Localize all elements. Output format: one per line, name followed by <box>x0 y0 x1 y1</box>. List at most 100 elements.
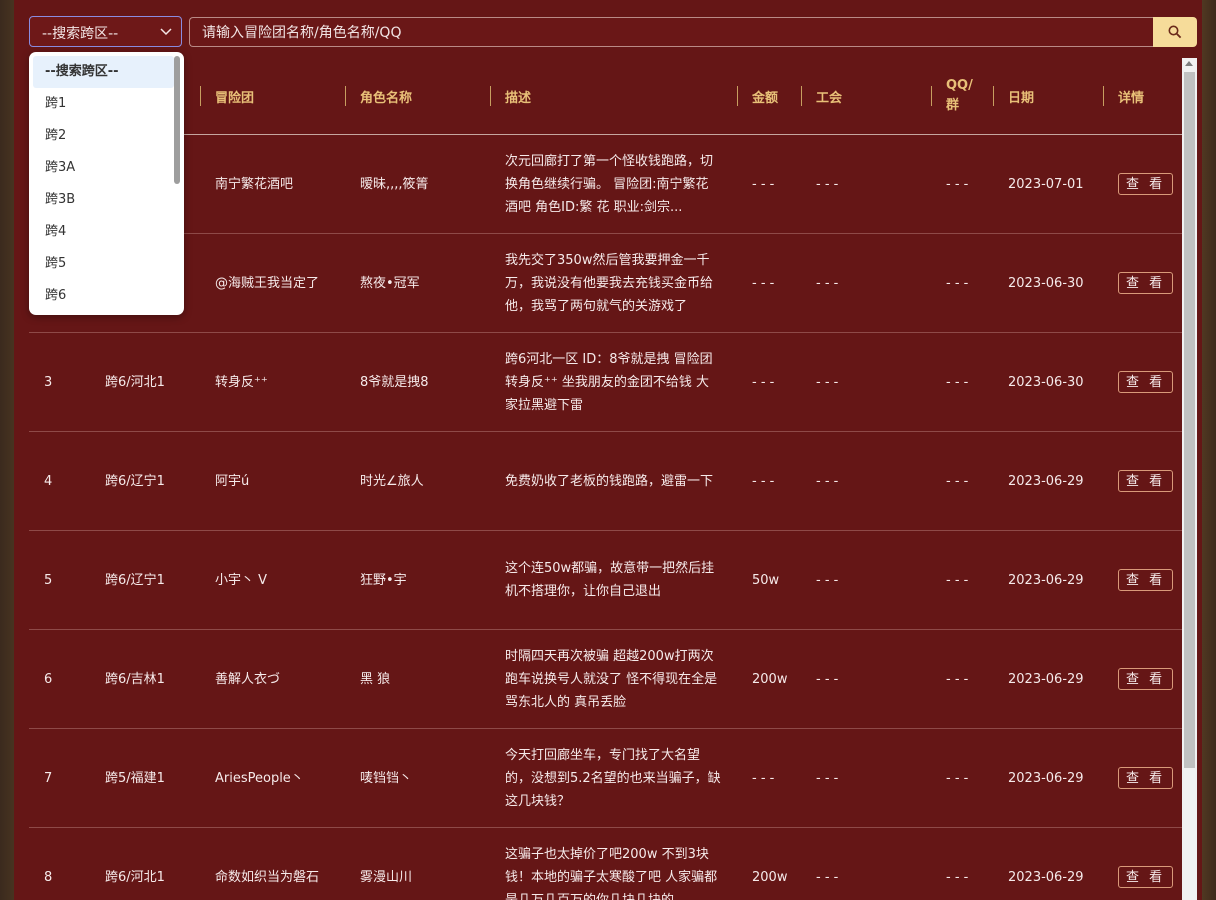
cell-qq: - - - <box>931 728 993 828</box>
cell-role: 暧昧,,,,筱箐 <box>345 134 490 234</box>
table-row: 4 跨6/辽宁1 阿宇ú 时光∠旅人 免费奶收了老板的钱跑路，避雷一下 - - … <box>29 431 1182 531</box>
cell-region: 跨5/福建1 <box>90 728 200 828</box>
cell-role: 黑 狼 <box>345 629 490 729</box>
table-header-row: 序号 跨区 冒险团 角色名称 描述 金额 工会 QQ/群 日期 详情 <box>29 58 1182 135</box>
view-button[interactable]: 查 看 <box>1118 766 1174 789</box>
search-placeholder: 请输入冒险团名称/角色名称/QQ <box>202 25 402 41</box>
dropdown-scrollbar-thumb[interactable] <box>174 56 180 184</box>
cell-amount: - - - <box>737 134 801 234</box>
view-button[interactable]: 查 看 <box>1118 667 1174 690</box>
cell-detail: 查 看 <box>1103 530 1182 630</box>
header-guild: 工会 <box>801 58 931 135</box>
search-button[interactable] <box>1153 17 1197 47</box>
header-role: 角色名称 <box>345 58 490 135</box>
cell-date: 2023-06-29 <box>993 728 1103 828</box>
dropdown-option[interactable]: 跨1 <box>29 88 184 120</box>
cell-no: 7 <box>29 728 90 828</box>
cell-region: 跨6/辽宁1 <box>90 530 200 630</box>
cell-region: 跨6/河北1 <box>90 332 200 432</box>
cell-qq: - - - <box>931 233 993 333</box>
cell-qq: - - - <box>931 332 993 432</box>
cell-desc: 今天打回廊坐车，专门找了大名望的，没想到5.2名望的也来当骗子，缺这几块钱？ <box>490 728 737 828</box>
table-row: 6 跨6/吉林1 善解人衣づ 黑 狼 时隔四天再次被骗 超越200w打两次跑车说… <box>29 629 1182 729</box>
search-input[interactable]: 请输入冒险团名称/角色名称/QQ <box>189 17 1153 47</box>
cell-guild: - - - <box>801 134 931 234</box>
cell-no: 3 <box>29 332 90 432</box>
cell-guild: - - - <box>801 629 931 729</box>
cell-no: 4 <box>29 431 90 531</box>
cell-detail: 查 看 <box>1103 233 1182 333</box>
table-scrollbar[interactable] <box>1182 58 1197 900</box>
scrollbar-thumb[interactable] <box>1184 72 1195 768</box>
cell-role: 时光∠旅人 <box>345 431 490 531</box>
view-button[interactable]: 查 看 <box>1118 370 1174 393</box>
cell-detail: 查 看 <box>1103 728 1182 828</box>
cell-desc: 时隔四天再次被骗 超越200w打两次跑车说换号人就没了 怪不得现在全是骂东北人的… <box>490 629 737 729</box>
view-button[interactable]: 查 看 <box>1118 568 1174 591</box>
view-button[interactable]: 查 看 <box>1118 469 1174 492</box>
table-row: 2 @海贼王我当定了 熬夜•冠军 我先交了350w然后管我要押金一千万，我说没有… <box>29 233 1182 333</box>
cell-desc: 这个连50w都骗，故意带一把然后挂机不搭理你，让你自己退出 <box>490 530 737 630</box>
cell-guild: - - - <box>801 332 931 432</box>
header-detail: 详情 <box>1103 58 1182 135</box>
cell-team: 南宁繁花酒吧 <box>200 134 345 234</box>
cell-desc: 次元回廊打了第一个怪收钱跑路，切换角色继续行骗。 冒险团:南宁繁花酒吧 角色ID… <box>490 134 737 234</box>
cell-team: AriesPeople丶 <box>200 728 345 828</box>
cell-region: 跨6/吉林1 <box>90 629 200 729</box>
cell-date: 2023-07-01 <box>993 134 1103 234</box>
cell-amount: - - - <box>737 728 801 828</box>
cell-qq: - - - <box>931 431 993 531</box>
cell-guild: - - - <box>801 530 931 630</box>
cell-team: 阿宇ú <box>200 431 345 531</box>
dropdown-option[interactable]: --搜索跨区-- <box>33 56 174 88</box>
cell-amount: 50w <box>737 530 801 630</box>
cell-region: 跨6/河北1 <box>90 827 200 900</box>
cell-amount: 200w <box>737 629 801 729</box>
region-select[interactable]: --搜索跨区-- <box>29 16 182 47</box>
region-select-value: --搜索跨区-- <box>42 26 119 42</box>
cell-date: 2023-06-30 <box>993 233 1103 333</box>
cell-role: 雾漫山川 <box>345 827 490 900</box>
cell-role: 狂野•宇 <box>345 530 490 630</box>
cell-desc: 我先交了350w然后管我要押金一千万，我说没有他要我去充钱买金币给他，我骂了两句… <box>490 233 737 333</box>
cell-region: 跨6/辽宁1 <box>90 431 200 531</box>
dropdown-option[interactable]: 跨4 <box>29 216 184 248</box>
cell-desc: 这骗子也太掉价了吧200w 不到3块钱！本地的骗子太寒酸了吧 人家骗都是几万几百… <box>490 827 737 900</box>
view-button[interactable]: 查 看 <box>1118 865 1174 888</box>
dropdown-option[interactable]: 跨6 <box>29 280 184 312</box>
scroll-up-arrow-icon[interactable] <box>1185 61 1193 66</box>
cell-detail: 查 看 <box>1103 134 1182 234</box>
cell-date: 2023-06-30 <box>993 332 1103 432</box>
dropdown-option[interactable]: 跨5 <box>29 248 184 280</box>
view-button[interactable]: 查 看 <box>1118 271 1174 294</box>
chevron-down-icon <box>160 25 172 41</box>
cell-no: 5 <box>29 530 90 630</box>
cell-team: 转身反⁺⁺ <box>200 332 345 432</box>
cell-qq: - - - <box>931 629 993 729</box>
cell-desc: 跨6河北一区 ID：8爷就是拽 冒险团转身反⁺⁺ 坐我朋友的金团不给钱 大家拉黑… <box>490 332 737 432</box>
cell-detail: 查 看 <box>1103 431 1182 531</box>
dropdown-option[interactable]: 跨2 <box>29 120 184 152</box>
cell-detail: 查 看 <box>1103 629 1182 729</box>
view-button[interactable]: 查 看 <box>1118 172 1174 195</box>
table-row: 7 跨5/福建1 AriesPeople丶 唛铛铛丶 今天打回廊坐车，专门找了大… <box>29 728 1182 828</box>
dropdown-option[interactable]: 跨3A <box>29 152 184 184</box>
cell-amount: - - - <box>737 431 801 531</box>
cell-no: 6 <box>29 629 90 729</box>
cell-no: 8 <box>29 827 90 900</box>
header-desc: 描述 <box>490 58 737 135</box>
cell-amount: - - - <box>737 332 801 432</box>
dropdown-option[interactable]: 跨3B <box>29 184 184 216</box>
cell-date: 2023-06-29 <box>993 629 1103 729</box>
cell-qq: - - - <box>931 827 993 900</box>
cell-date: 2023-06-29 <box>993 530 1103 630</box>
cell-guild: - - - <box>801 728 931 828</box>
cell-date: 2023-06-29 <box>993 431 1103 531</box>
cell-detail: 查 看 <box>1103 332 1182 432</box>
cell-amount: - - - <box>737 233 801 333</box>
cell-team: @海贼王我当定了 <box>200 233 345 333</box>
header-team: 冒险团 <box>200 58 345 135</box>
table-row: 1 南宁繁花酒吧 暧昧,,,,筱箐 次元回廊打了第一个怪收钱跑路，切换角色继续行… <box>29 134 1182 234</box>
header-date: 日期 <box>993 58 1103 135</box>
report-table: 序号 跨区 冒险团 角色名称 描述 金额 工会 QQ/群 日期 详情 1 南宁繁… <box>29 58 1182 900</box>
